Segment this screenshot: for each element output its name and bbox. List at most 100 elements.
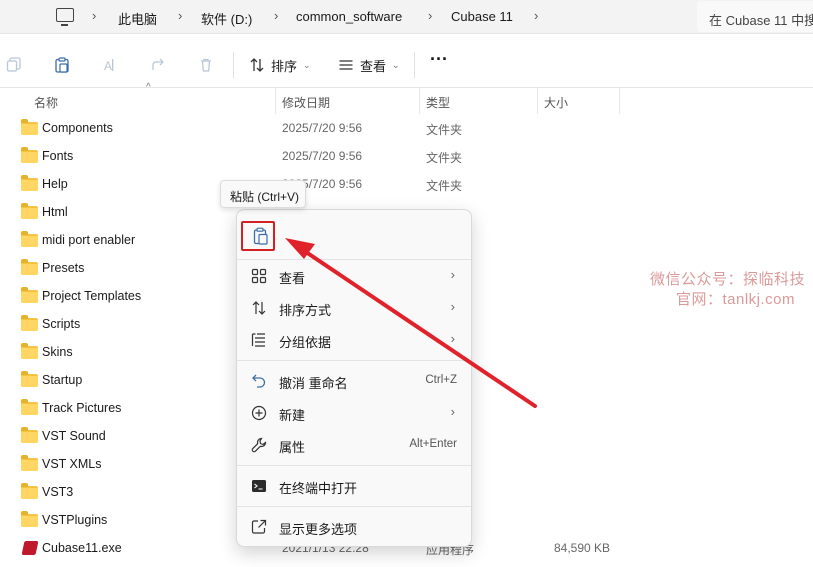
more-options-button[interactable]: ··· [430, 49, 448, 69]
folder-icon [21, 287, 38, 303]
folder-icon [21, 483, 38, 499]
file-name: VST XMLs [42, 457, 102, 471]
grid-icon [251, 268, 267, 284]
sort-button[interactable]: 排序 ⌄ [249, 56, 311, 74]
breadcrumb-item-common-software[interactable]: common_software [296, 9, 402, 24]
file-name: Scripts [42, 317, 81, 331]
sort-up-icon: ^ [146, 82, 151, 93]
paste-tooltip: 粘贴 (Ctrl+V) [220, 180, 306, 208]
file-type: 文件夹 [426, 123, 463, 137]
toolbar-divider [414, 52, 415, 78]
folder-icon [21, 371, 38, 387]
file-name: Project Templates [42, 289, 142, 303]
context-menu: 查看 › 排序方式 › 分组依据 › 撤消 重命名 Ctrl+Z 新建 › 属性… [236, 209, 472, 547]
list-item[interactable]: Fonts 2025/7/20 9:56 文件夹 [0, 142, 640, 170]
column-divider[interactable] [619, 88, 620, 114]
menu-item-sort-by[interactable]: 排序方式 › [241, 292, 469, 324]
paste-icon[interactable] [54, 57, 70, 73]
column-header-size[interactable]: 大小 [544, 94, 568, 111]
menu-item-view[interactable]: 查看 › [241, 260, 469, 292]
folder-icon [21, 455, 38, 471]
file-type: 文件夹 [426, 179, 463, 193]
menu-item-label: 属性 [279, 440, 306, 455]
folder-icon [21, 147, 38, 163]
file-date: 2025/7/20 9:56 [282, 149, 363, 163]
sort-icon [250, 58, 264, 72]
paste-icon[interactable] [253, 227, 269, 245]
column-header-type[interactable]: 类型 [426, 94, 450, 111]
view-icon [339, 60, 353, 70]
folder-icon [21, 315, 38, 331]
column-divider[interactable] [419, 88, 420, 114]
menu-item-shortcut: Alt+Enter [409, 438, 457, 450]
file-name: VST Sound [42, 429, 106, 443]
sort-label: 排序 [271, 58, 298, 74]
cubase-app-icon [21, 541, 39, 555]
search-placeholder: 在 Cubase 11 中搜 [709, 13, 813, 28]
menu-item-label: 显示更多选项 [279, 522, 358, 537]
breadcrumb-separator: › [92, 8, 97, 23]
copy-icon[interactable] [6, 57, 22, 73]
file-name: VSTPlugins [42, 513, 108, 527]
rename-icon[interactable]: A [102, 57, 118, 73]
file-name: VST3 [42, 485, 74, 499]
column-header-date[interactable]: 修改日期 [282, 94, 330, 111]
breadcrumb-separator: › [274, 8, 279, 23]
group-list-icon [251, 333, 265, 347]
svg-text:A: A [104, 59, 112, 73]
watermark-text: 微信公众号：探临科技 [650, 271, 806, 288]
menu-item-label: 在终端中打开 [279, 481, 358, 496]
command-bar [0, 40, 813, 88]
wrench-icon [251, 437, 267, 453]
file-name: Cubase11.exe [42, 541, 122, 555]
file-size: 84,590 KB [554, 541, 611, 555]
add-circle-icon [251, 405, 267, 421]
share-icon[interactable] [150, 57, 166, 73]
column-divider[interactable] [537, 88, 538, 114]
file-name: Components [42, 121, 113, 135]
folder-icon [21, 399, 38, 415]
chevron-down-icon: ⌄ [392, 59, 400, 70]
folder-icon [21, 231, 38, 247]
undo-icon [252, 374, 266, 388]
chevron-right-icon: › [450, 267, 455, 282]
menu-item-new[interactable]: 新建 › [241, 397, 469, 429]
file-name: Presets [42, 261, 85, 275]
menu-separator [237, 506, 471, 507]
file-name: midi port enabler [42, 233, 136, 247]
breadcrumb-separator: › [534, 8, 539, 23]
list-item[interactable]: Components 2025/7/20 9:56 文件夹 [0, 114, 640, 142]
menu-separator [237, 360, 471, 361]
column-divider[interactable] [275, 88, 276, 114]
menu-item-label: 分组依据 [279, 335, 332, 350]
breadcrumb-item-this-pc[interactable]: 此电脑 [118, 9, 157, 28]
breadcrumb-separator: › [178, 8, 183, 23]
menu-item-show-more-options[interactable]: 显示更多选项 [241, 511, 469, 543]
list-item[interactable]: Help 2025/7/20 9:56 文件夹 [0, 170, 640, 198]
terminal-icon [252, 480, 266, 492]
folder-icon [21, 175, 38, 191]
menu-item-undo-rename[interactable]: 撤消 重命名 Ctrl+Z [241, 365, 469, 397]
delete-icon[interactable] [198, 57, 214, 73]
folder-icon [21, 427, 38, 443]
address-bar: › 此电脑 › 软件 (D:) › common_software › Cuba… [0, 0, 813, 34]
menu-item-group-by[interactable]: 分组依据 › [241, 324, 469, 356]
breadcrumb-item-cubase-11[interactable]: Cubase 11 [451, 9, 513, 24]
folder-icon [21, 259, 38, 275]
pc-icon[interactable] [56, 8, 74, 26]
open-external-icon [251, 519, 267, 534]
file-type: 文件夹 [426, 151, 463, 165]
chevron-right-icon: › [450, 404, 455, 419]
menu-item-label: 查看 [279, 271, 306, 286]
column-header-name[interactable]: 名称 [34, 94, 58, 111]
file-name: Skins [42, 345, 73, 359]
chevron-right-icon: › [450, 299, 455, 314]
menu-item-open-in-terminal[interactable]: 在终端中打开 [241, 470, 469, 502]
search-input[interactable]: 在 Cubase 11 中搜 [697, 1, 813, 32]
menu-item-properties[interactable]: 属性 Alt+Enter [241, 429, 469, 461]
menu-item-label: 撤消 重命名 [279, 376, 348, 391]
folder-icon [21, 203, 38, 219]
view-button[interactable]: 查看 ⌄ [338, 56, 400, 74]
menu-item-label: 新建 [279, 408, 306, 423]
breadcrumb-item-drive-d[interactable]: 软件 (D:) [201, 9, 252, 28]
